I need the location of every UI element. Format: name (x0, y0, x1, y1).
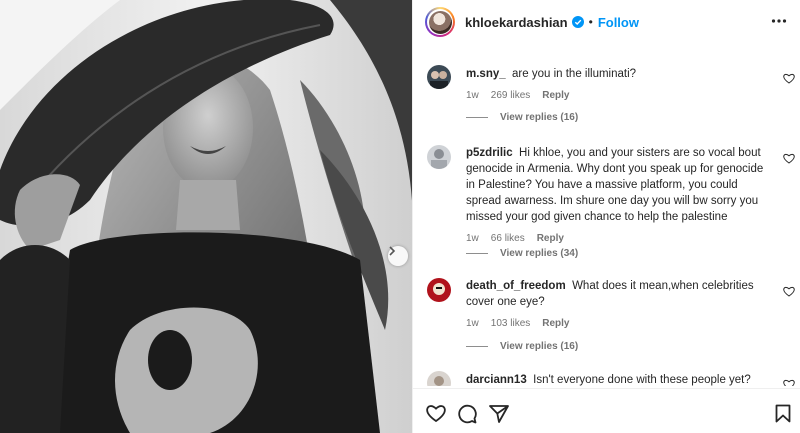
comment-age[interactable]: 1w (466, 88, 479, 104)
replies-divider (466, 117, 488, 118)
heart-icon[interactable] (783, 71, 795, 89)
view-replies-label: View replies (16) (500, 341, 579, 352)
comment-username[interactable]: death_of_freedom (466, 280, 566, 292)
comment-text: Isn't everyone done with these people ye… (533, 374, 751, 386)
view-replies-button[interactable]: View replies (16) (466, 112, 578, 123)
post-image (0, 0, 412, 433)
commenter-avatar[interactable] (427, 65, 451, 89)
comment-username[interactable]: p5zdrilic (466, 147, 513, 159)
share-icon[interactable] (489, 404, 509, 428)
comment-age[interactable]: 1w (466, 231, 479, 247)
verified-badge-icon (571, 16, 584, 28)
comment-likes[interactable]: 103 likes (491, 316, 530, 332)
comment-meta: 1w 66 likes Reply (466, 231, 766, 247)
view-replies-button[interactable]: View replies (16) (466, 341, 578, 352)
comment-meta: 1w 103 likes Reply (466, 316, 766, 332)
comment-text: are you in the illuminati? (512, 68, 637, 80)
comment-username[interactable]: m.sny_ (466, 68, 506, 80)
post-side-panel: khloekardashian • Follow m.sny_ are you … (412, 0, 800, 433)
post-photo[interactable] (0, 0, 412, 433)
comments-list[interactable]: m.sny_ are you in the illuminati? 1w 269… (413, 56, 800, 386)
comment-meta: 1w 269 likes Reply (466, 88, 766, 104)
commenter-avatar[interactable] (427, 278, 451, 302)
comment-age[interactable]: 1w (466, 316, 479, 332)
commenter-avatar[interactable] (427, 371, 451, 386)
follow-button[interactable]: Follow (598, 15, 639, 30)
comment-likes[interactable]: 269 likes (491, 88, 530, 104)
reply-button[interactable]: Reply (542, 88, 569, 104)
bookmark-icon[interactable] (775, 404, 791, 428)
post-actions-bar (413, 388, 800, 433)
view-replies-label: View replies (34) (500, 248, 579, 259)
author-username[interactable]: khloekardashian (465, 15, 568, 30)
commenter-avatar[interactable] (427, 145, 451, 169)
like-heart-icon[interactable] (426, 404, 446, 427)
heart-icon[interactable] (783, 151, 795, 169)
replies-divider (466, 346, 488, 347)
comment-likes[interactable]: 66 likes (491, 231, 525, 247)
comment-icon[interactable] (457, 404, 477, 429)
author-avatar[interactable] (425, 7, 455, 37)
replies-divider (466, 253, 488, 254)
post-header: khloekardashian • Follow (413, 0, 800, 44)
view-replies-button[interactable]: View replies (34) (466, 248, 578, 259)
carousel-next-button[interactable] (388, 246, 408, 266)
heart-icon[interactable] (783, 284, 795, 302)
header-separator: • (588, 15, 593, 29)
reply-button[interactable]: Reply (542, 316, 569, 332)
reply-button[interactable]: Reply (537, 231, 564, 247)
comment-username[interactable]: darciann13 (466, 374, 527, 386)
more-options-icon[interactable] (771, 13, 787, 34)
heart-icon[interactable] (783, 377, 795, 386)
view-replies-label: View replies (16) (500, 112, 579, 123)
